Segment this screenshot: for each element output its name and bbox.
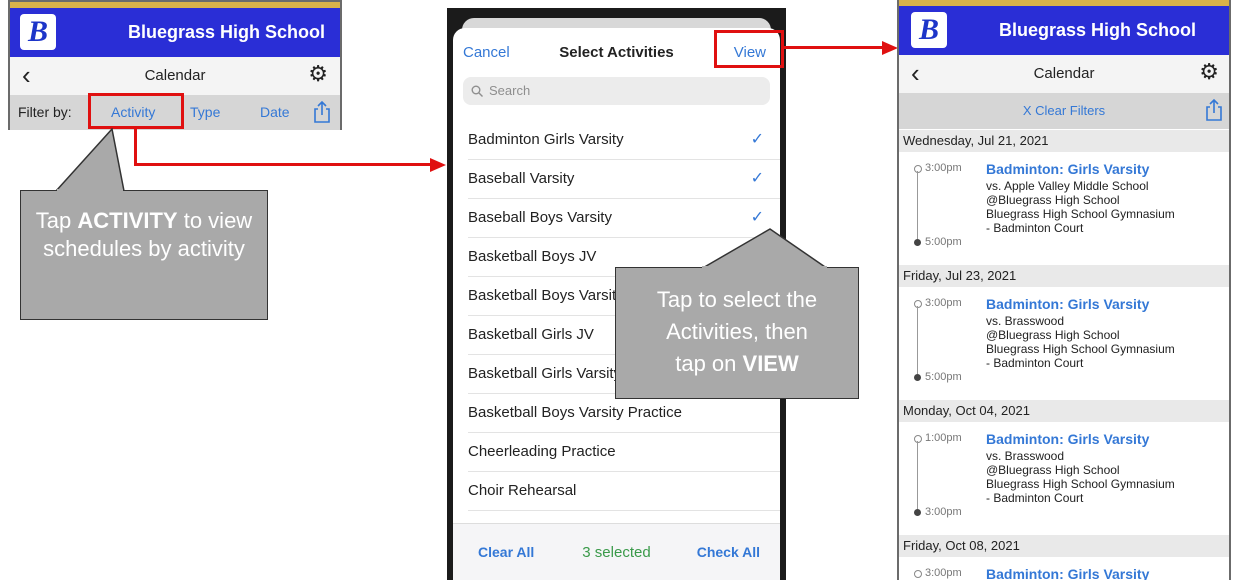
arrow-head-icon [882,41,898,55]
event-detail: - Badminton Court [986,221,1084,235]
callout-pointer [55,128,125,192]
activity-list-item[interactable]: Choir Rehearsal [468,471,780,511]
app-header: B Bluegrass High School [10,2,340,57]
event-start-time: 3:00pm [925,162,962,174]
event-detail: Bluegrass High School Gymnasium [986,342,1175,356]
event-detail: - Badminton Court [986,356,1084,370]
event-title[interactable]: Badminton: Girls Varsity [986,566,1149,580]
share-icon[interactable] [1204,98,1224,122]
gear-icon[interactable]: ⚙ [1199,61,1219,83]
event-detail: Bluegrass High School Gymnasium [986,477,1175,491]
event-end-time: 5:00pm [925,371,962,383]
day-header: Monday, Oct 04, 2021 [899,400,1229,422]
activity-label: Basketball Boys JV [468,248,597,265]
activity-label: Basketball Girls Varsity [468,365,622,382]
event-detail: @Bluegrass High School [986,193,1120,207]
nav-title: Calendar [144,67,206,84]
event-detail: vs. Apple Valley Middle School [986,179,1149,193]
activity-label: Badminton Girls Varsity [468,131,624,148]
activity-label: Choir Rehearsal [468,482,577,499]
timeline-end-marker [914,239,921,246]
day-header: Wednesday, Jul 21, 2021 [899,130,1229,152]
gear-icon[interactable]: ⚙ [308,63,328,85]
activity-label: Cheerleading Practice [468,443,616,460]
event-start-time: 1:00pm [925,432,962,444]
timeline-line [917,306,918,374]
event-end-time: 3:00pm [925,506,962,518]
event-start-time: 3:00pm [925,567,962,579]
activity-list-item[interactable]: Badminton Girls Varsity ✓ [468,120,780,160]
school-logo: B [20,14,56,50]
callout-activity: Tap ACTIVITY to view schedules by activi… [20,190,268,320]
activity-label: Baseball Boys Varsity [468,209,612,226]
filter-date-button[interactable]: Date [260,104,290,120]
app-header: B Bluegrass High School [899,0,1229,55]
activity-highlight [88,93,184,129]
school-name: Bluegrass High School [999,20,1197,40]
timeline-line [917,171,918,239]
connector-line [784,46,888,49]
school-name: Bluegrass High School [128,22,326,42]
event-detail: - Badminton Court [986,491,1084,505]
callout-view: Tap to select the Activities, then tap o… [615,267,859,399]
day-header: Friday, Oct 08, 2021 [899,535,1229,557]
nav-title: Calendar [1033,65,1095,82]
callout-pointer [700,228,829,270]
timeline-start-marker [914,165,922,173]
event-detail: vs. Brasswood [986,449,1065,463]
nav-bar: ‹ Calendar ⚙ [10,57,340,96]
event-title[interactable]: Badminton: Girls Varsity [986,431,1149,447]
activity-label: Basketball Boys Varsity [468,287,624,304]
checkmark-icon: ✓ [750,131,764,148]
arrow-head-icon [430,158,446,172]
timeline-start-marker [914,435,922,443]
timeline-start-marker [914,300,922,308]
search-icon [471,85,483,97]
checkmark-icon: ✓ [750,170,764,187]
event-detail: vs. Brasswood [986,314,1065,328]
activity-list-item[interactable]: Cheerleading Practice [468,432,780,472]
callout-pointer-join [57,189,123,192]
activity-label: Baseball Varsity [468,170,575,187]
event-detail: @Bluegrass High School [986,463,1120,477]
event-title[interactable]: Badminton: Girls Varsity [986,161,1149,177]
clear-filters-button[interactable]: X Clear Filters [899,103,1229,118]
event-detail: Bluegrass High School Gymnasium [986,207,1175,221]
timeline-end-marker [914,374,921,381]
filter-type-button[interactable]: Type [190,104,220,120]
connector-line [134,163,436,166]
timeline-end-marker [914,509,921,516]
event-title[interactable]: Badminton: Girls Varsity [986,296,1149,312]
filtered-calendar-screen: B Bluegrass High School ‹ Calendar ⚙ X C… [897,0,1231,580]
event-end-time: 5:00pm [925,236,962,248]
event-start-time: 3:00pm [925,297,962,309]
callout-pointer-join [702,266,827,269]
share-icon[interactable] [312,100,332,124]
activity-list-item[interactable]: Basketball Boys Varsity Practice [468,393,780,433]
activity-label: Basketball Boys Varsity Practice [468,404,682,421]
timeline-start-marker [914,570,922,578]
activity-list-item[interactable]: Baseball Varsity ✓ [468,159,780,199]
filter-label: Filter by: [18,104,72,120]
day-header: Friday, Jul 23, 2021 [899,265,1229,287]
event-detail: @Bluegrass High School [986,328,1120,342]
sheet-footer: Clear All 3 selected Check All [453,523,780,580]
search-input[interactable]: Search [463,77,770,105]
clear-filters-bar: X Clear Filters [899,93,1229,129]
nav-bar: ‹ Calendar ⚙ [899,55,1229,94]
timeline-line [917,441,918,509]
check-all-button[interactable]: Check All [697,544,760,560]
activity-label: Basketball Girls JV [468,326,594,343]
school-logo: B [911,12,947,48]
view-highlight [714,30,784,68]
